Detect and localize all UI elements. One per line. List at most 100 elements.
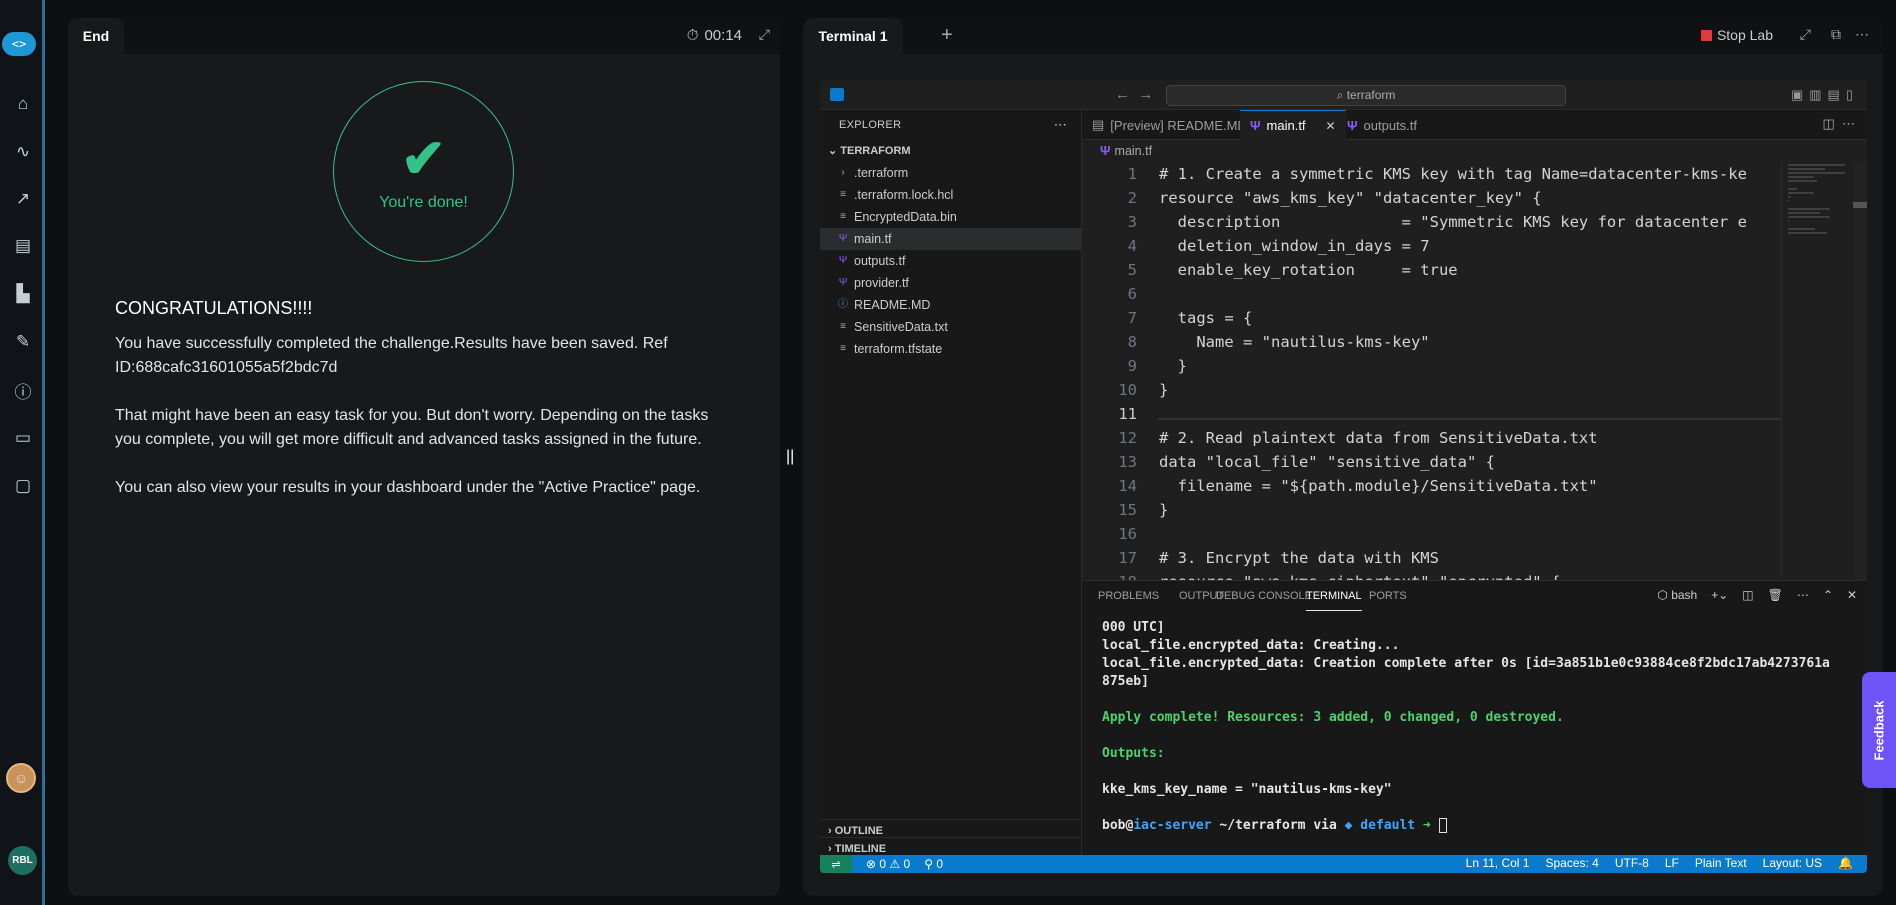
indentation[interactable]: Spaces: 4 (1545, 856, 1598, 870)
route-icon[interactable]: ∿ (12, 141, 34, 163)
tab-end[interactable]: End (68, 18, 124, 54)
code-line[interactable]: 14 filename = "${path.module}/SensitiveD… (1082, 474, 1782, 498)
expand-icon[interactable]: ⤢ (1800, 26, 1811, 43)
new-terminal-icon[interactable]: +⌄ (1711, 588, 1728, 602)
more-icon[interactable]: ⋯ (1855, 26, 1869, 43)
file-item[interactable]: Ψoutputs.tf (820, 250, 1081, 272)
breadcrumb-file[interactable]: main.tf (1115, 140, 1153, 162)
shell-selector[interactable]: ⬡ bash (1657, 588, 1697, 602)
layout-icons[interactable]: ▣▥▤▯ (1791, 87, 1859, 103)
close-icon[interactable]: ✕ (1847, 588, 1857, 602)
remote-icon[interactable]: ⇌ (820, 855, 852, 873)
chart-icon[interactable]: ↗ (12, 188, 34, 210)
feedback-button[interactable]: Feedback (1862, 672, 1896, 788)
breadcrumb: Ψmain.tf (1082, 140, 1867, 162)
open-external-icon[interactable]: ⧉ (1831, 26, 1841, 43)
tab-outputs-tf[interactable]: Ψoutputs.tf (1337, 110, 1427, 140)
tab-terminal-1[interactable]: Terminal 1 (803, 18, 903, 54)
close-icon[interactable]: ✕ (1326, 119, 1336, 133)
tab-terminal[interactable]: TERMINAL (1306, 581, 1362, 611)
code-line[interactable]: 4 deletion_window_in_days = 7 (1082, 234, 1782, 258)
minimap[interactable] (1781, 162, 1851, 580)
add-tab-icon[interactable]: + (941, 24, 953, 47)
code-line[interactable]: 16 (1082, 522, 1782, 546)
avatar[interactable]: ☺ (6, 763, 36, 793)
split-handle[interactable]: || (786, 448, 794, 466)
edit-icon[interactable]: ✎ (12, 331, 34, 353)
code-text: # 3. Encrypt the data with KMS (1159, 549, 1439, 567)
file-item[interactable]: Ψprovider.tf (820, 272, 1081, 294)
code-line[interactable]: 18resource "aws_kms_ciphertext" "encrypt… (1082, 570, 1782, 580)
more-icon[interactable]: ⋯ (1054, 110, 1067, 140)
tab-readme-preview[interactable]: ▤ [Preview] README.MD (1082, 110, 1257, 140)
code-text: filename = "${path.module}/SensitiveData… (1159, 477, 1598, 495)
tab-problems[interactable]: PROBLEMS (1098, 581, 1159, 611)
tab-debug-console[interactable]: DEBUG CONSOLE (1216, 581, 1312, 611)
file-item[interactable]: › .terraform (820, 162, 1081, 184)
home-icon[interactable]: ⌂ (12, 93, 34, 115)
chat-icon[interactable]: ▢ (12, 475, 34, 497)
code-line[interactable]: 10} (1082, 378, 1782, 402)
code-line[interactable]: 1 # 1. Create a symmetric KMS key with ta… (1082, 162, 1782, 186)
status-right: Ln 11, Col 1 Spaces: 4 UTF-8 LF Plain Te… (1466, 856, 1853, 870)
code-line[interactable]: 12 # 2. Read plaintext data from Sensitiv… (1082, 426, 1782, 450)
code-line[interactable]: 6 (1082, 282, 1782, 306)
menu-icon[interactable] (830, 88, 844, 101)
book-icon[interactable]: ▭ (12, 427, 34, 449)
code-line[interactable]: 17 # 3. Encrypt the data with KMS (1082, 546, 1782, 570)
file-lines-icon: ≡ (840, 189, 846, 200)
code-line[interactable]: 5 enable_key_rotation = true (1082, 258, 1782, 282)
code-text: Name = "nautilus-kms-key" (1159, 333, 1430, 351)
podium-icon[interactable]: ▙ (12, 283, 34, 305)
split-editor-icon[interactable]: ◫ ⋯ (1822, 116, 1855, 132)
scrollbar-thumb[interactable] (1853, 202, 1867, 208)
expand-icon[interactable]: ⤢ (759, 26, 770, 43)
file-item[interactable]: ≡ SensitiveData.txt (820, 316, 1081, 338)
minimap-line (1788, 200, 1789, 202)
language-mode[interactable]: Plain Text (1695, 856, 1747, 870)
terminal-output[interactable]: 000 UTC] local_file.encrypted_data: Crea… (1102, 619, 1842, 835)
film-icon[interactable]: ▤ (12, 235, 34, 257)
split-terminal-icon[interactable]: ◫ (1742, 588, 1753, 602)
editor-scrollbar[interactable] (1853, 162, 1867, 580)
stop-lab-button[interactable]: Stop Lab (1700, 27, 1773, 43)
file-item[interactable]: Ψmain.tf (820, 228, 1081, 250)
code-line[interactable]: 11 (1082, 402, 1782, 426)
code-line[interactable]: 2 resource "aws_kms_key" "datacenter_key"… (1082, 186, 1782, 210)
tab-ports[interactable]: PORTS (1369, 581, 1407, 611)
code-line[interactable]: 7 tags = { (1082, 306, 1782, 330)
encoding[interactable]: UTF-8 (1615, 856, 1649, 870)
line-ending[interactable]: LF (1665, 856, 1679, 870)
file-item[interactable]: ⓘ README.MD (820, 294, 1081, 316)
folder-root[interactable]: ⌄ TERRAFORM (820, 140, 1081, 162)
code-logo-icon[interactable]: <> (2, 32, 36, 56)
line-number: 9 (1127, 357, 1137, 375)
keyboard-layout[interactable]: Layout: US (1763, 856, 1822, 870)
tab-label: outputs.tf (1363, 117, 1418, 133)
code-line[interactable]: 3 description = "Symmetric KMS key for d… (1082, 210, 1782, 234)
terminal-line: local_file.encrypted_data: Creation comp… (1102, 656, 1830, 671)
ports-status[interactable]: ⚲ 0 (924, 857, 943, 871)
code-line[interactable]: 13 data "local_file" "sensitive_data" { (1082, 450, 1782, 474)
panel-actions: ⬡ bash +⌄ ◫ 🗑 ⋯ ⌃ ✕ (1657, 588, 1857, 602)
maximize-icon[interactable]: ⌃ (1823, 588, 1833, 602)
file-item[interactable]: ≡ .terraform.lock.hcl (820, 184, 1081, 206)
user-initials-badge[interactable]: RBL (8, 846, 37, 875)
outputs-heading: Outputs: (1102, 746, 1165, 761)
tab-main-tf[interactable]: Ψmain.tf ✕ (1240, 110, 1346, 140)
file-item[interactable]: ≡ EncryptedData.bin (820, 206, 1081, 228)
file-item[interactable]: ≡ terraform.tfstate (820, 338, 1081, 360)
file-lines-icon: ≡ (840, 321, 846, 332)
more-icon[interactable]: ⋯ (1797, 588, 1809, 602)
code-area[interactable]: 1 # 1. Create a symmetric KMS key with ta… (1082, 162, 1782, 580)
problems-status[interactable]: ⊗ 0 ⚠ 0 (866, 857, 910, 871)
code-line[interactable]: 8 Name = "nautilus-kms-key" (1082, 330, 1782, 354)
command-search[interactable]: ⌕ terraform (1166, 85, 1566, 106)
code-line[interactable]: 9 } (1082, 354, 1782, 378)
code-line[interactable]: 15} (1082, 498, 1782, 522)
info-icon[interactable]: ⓘ (12, 379, 34, 402)
trash-icon[interactable]: 🗑 (1768, 588, 1783, 602)
nav-arrows-icon[interactable]: ← → (1115, 86, 1153, 103)
bell-icon[interactable]: 🔔 (1838, 856, 1853, 870)
cursor-position[interactable]: Ln 11, Col 1 (1466, 856, 1530, 870)
